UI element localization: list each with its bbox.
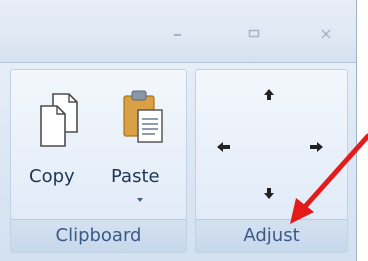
highlight-arrow-icon — [290, 133, 368, 224]
